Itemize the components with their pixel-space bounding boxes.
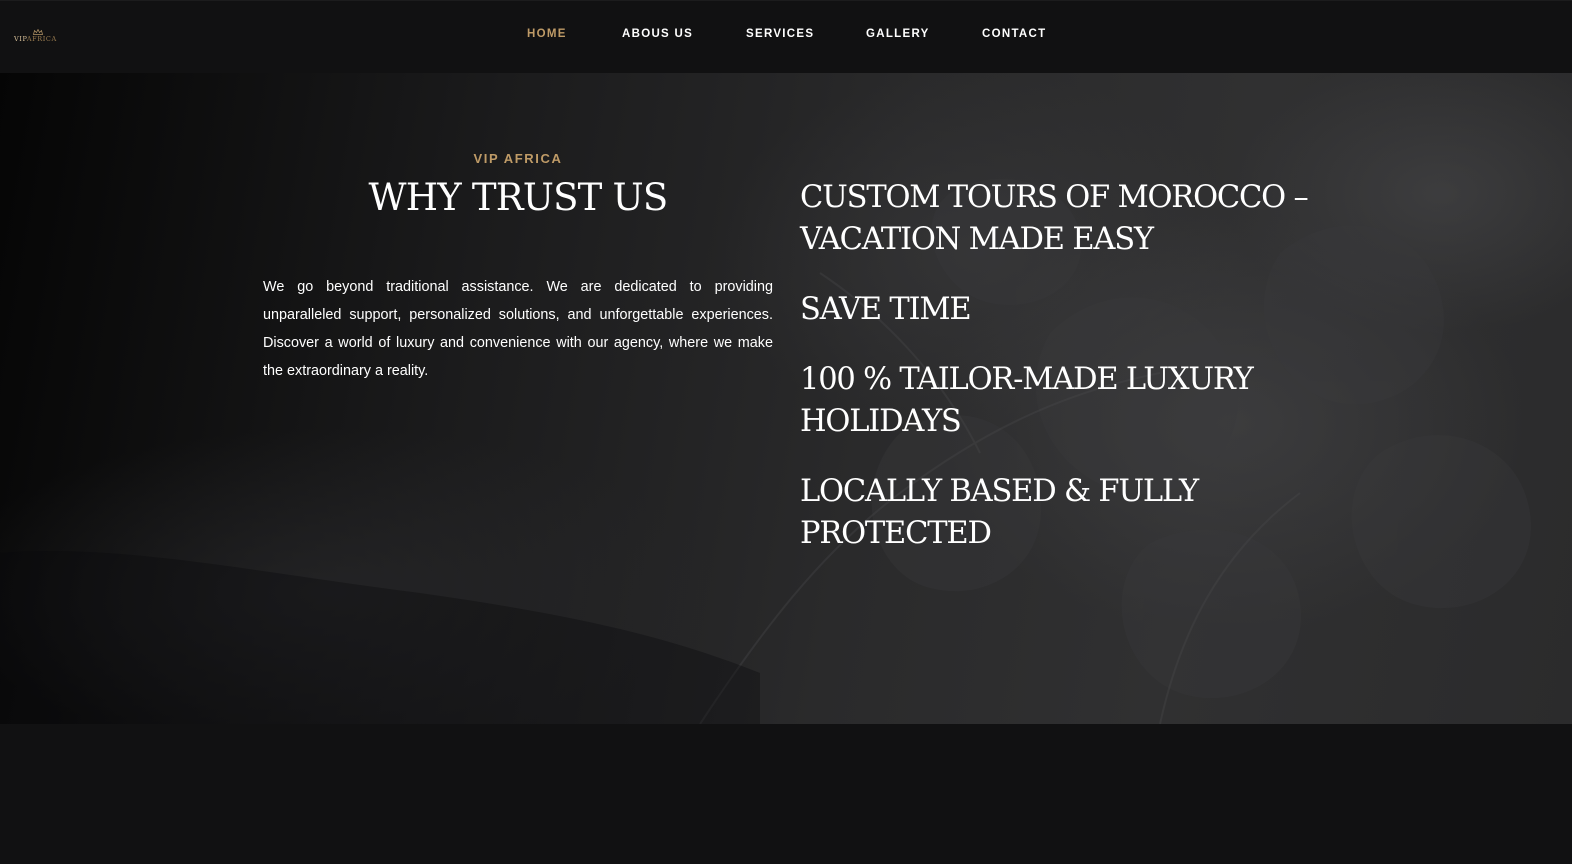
main-nav: HOME ABOUS US SERVICES GALLERY CONTACT bbox=[0, 28, 1572, 44]
section-kicker: VIP AFRICA bbox=[473, 151, 563, 166]
page: VIPAFRICA HOME ABOUS US SERVICES GALLERY… bbox=[0, 0, 1572, 864]
nav-item-gallery[interactable]: GALLERY bbox=[866, 28, 930, 40]
feature-tailor-made: 100 % TAILOR-MADE LUXURY HOLIDAYS bbox=[800, 362, 1254, 439]
section-title: WHY TRUST US bbox=[368, 176, 669, 219]
site-header: VIPAFRICA HOME ABOUS US SERVICES GALLERY… bbox=[0, 0, 1572, 73]
why-trust-us-section: VIP AFRICA WHY TRUST US We go beyond tra… bbox=[0, 73, 1572, 724]
nav-item-services[interactable]: SERVICES bbox=[746, 28, 814, 40]
feature-custom-tours: CUSTOM TOURS OF MOROCCO – VACATION MADE … bbox=[800, 180, 1309, 257]
background-leaves-image bbox=[0, 178, 1531, 724]
nav-item-contact[interactable]: CONTACT bbox=[982, 28, 1046, 40]
nav-item-about-us[interactable]: ABOUS US bbox=[622, 28, 693, 40]
lower-section bbox=[0, 724, 1572, 864]
features-list: CUSTOM TOURS OF MOROCCO – VACATION MADE … bbox=[800, 177, 1320, 583]
feature-locally-based: LOCALLY BASED & FULLY PROTECTED bbox=[800, 474, 1199, 551]
feature-save-time: SAVE TIME bbox=[800, 292, 972, 327]
section-description: We go beyond traditional assistance. We … bbox=[263, 279, 773, 379]
nav-item-home[interactable]: HOME bbox=[527, 28, 567, 40]
